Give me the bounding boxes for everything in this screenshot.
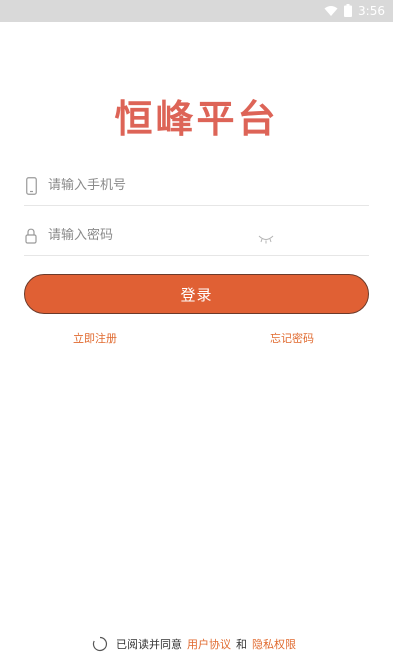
status-time: 3:56 (358, 4, 385, 18)
register-link[interactable]: 立即注册 (73, 330, 117, 346)
status-indicators: 3:56 (324, 3, 385, 19)
password-field-row (24, 216, 369, 256)
password-input[interactable] (48, 228, 258, 243)
forgot-password-link[interactable]: 忘记密码 (270, 330, 314, 346)
privacy-policy-link[interactable]: 隐私权限 (252, 636, 296, 652)
agreement-prefix: 已阅读并同意 (116, 638, 182, 651)
wifi-icon (324, 2, 338, 21)
status-bar: 3:56 (0, 0, 393, 22)
agreement-row: 已阅读并同意 用户协议 和 隐私权限 (0, 636, 393, 652)
battery-icon (344, 2, 353, 21)
eye-closed-icon[interactable] (258, 229, 274, 244)
phone-field-row (24, 166, 369, 206)
login-screen: 3:56 恒峰平台 请输入手机号 登录 立即注册 忘记密码 已阅读并同意 用户协… (0, 0, 393, 653)
login-button[interactable]: 登录 (24, 274, 369, 314)
lock-icon (24, 226, 38, 246)
agreement-conjunction: 和 (236, 638, 247, 651)
agree-checkbox-icon[interactable] (92, 636, 108, 652)
phone-input[interactable] (48, 178, 258, 193)
phone-icon (24, 176, 38, 196)
app-logo-text: 恒峰平台 (114, 96, 279, 141)
user-agreement-link[interactable]: 用户协议 (187, 636, 231, 652)
